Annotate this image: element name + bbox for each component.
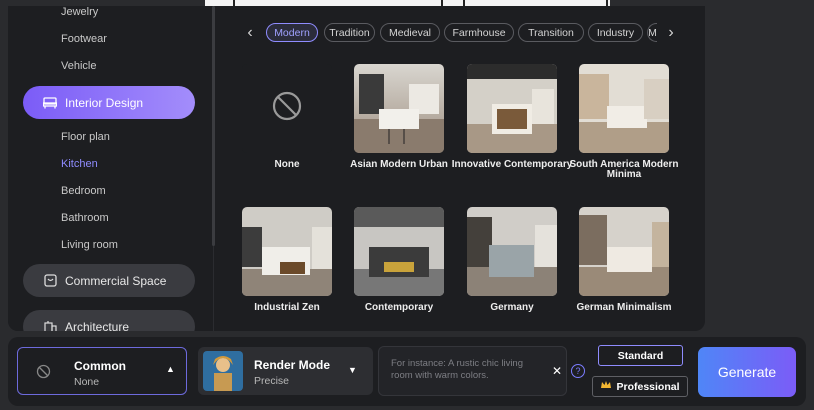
style-label: Asian Modern Urban (350, 159, 448, 170)
tab-farmhouse[interactable]: Farmhouse (444, 23, 514, 42)
sidebar-item-footwear[interactable]: Footwear (61, 33, 107, 45)
sidebar-category-interior-design[interactable]: Interior Design (23, 86, 195, 119)
style-label: South America Modern Minima (569, 159, 679, 180)
sidebar-category-label: Architecture (65, 319, 130, 332)
kitchen-thumbnail (242, 207, 332, 296)
tab-modern[interactable]: Modern (266, 23, 318, 42)
main-panel: Jewelry Footwear Vehicle Interior Design… (8, 6, 705, 331)
prompt-placeholder: For instance: A rustic chic living room … (391, 358, 523, 381)
sidebar-item-living-room[interactable]: Living room (61, 239, 118, 251)
standard-button[interactable]: Standard (598, 345, 683, 366)
chevron-right-icon[interactable]: › (663, 24, 679, 42)
professional-button[interactable]: Professional (592, 376, 688, 397)
tab-industry[interactable]: Industry (588, 23, 643, 42)
sidebar-category-commercial-space[interactable]: Commercial Space (23, 264, 195, 297)
kitchen-thumbnail (579, 64, 669, 153)
tab-medieval[interactable]: Medieval (380, 23, 440, 42)
render-value: Precise (254, 375, 290, 387)
style-card-south-america-modern-minima[interactable]: South America Modern Minima (569, 64, 679, 180)
common-value: None (74, 376, 100, 388)
common-style-selector[interactable]: Common None ▲ (17, 347, 187, 395)
sidebar-category-architecture[interactable]: Architecture (23, 310, 195, 331)
prompt-input[interactable]: For instance: A rustic chic living room … (378, 346, 567, 396)
style-card-none[interactable]: None (242, 64, 332, 170)
render-thumbnail (203, 351, 243, 391)
kitchen-thumbnail (467, 64, 557, 153)
render-mode-selector[interactable]: Render Mode Precise ▼ (198, 347, 373, 395)
style-tabs: ‹ Modern Tradition Medieval Farmhouse Tr… (214, 6, 705, 61)
sidebar-item-kitchen[interactable]: Kitchen (61, 158, 98, 170)
professional-label: Professional (616, 380, 680, 393)
kitchen-thumbnail (354, 207, 444, 296)
caret-up-icon: ▲ (166, 364, 175, 374)
style-label: Germany (490, 302, 534, 313)
sidebar-item-vehicle[interactable]: Vehicle (61, 60, 96, 72)
sidebar-item-floor-plan[interactable]: Floor plan (61, 131, 110, 143)
tab-tradition[interactable]: Tradition (324, 23, 375, 42)
style-label: German Minimalism (576, 302, 672, 313)
bottom-toolbar: Common None ▲ Render Mode Precise ▼ For … (8, 337, 806, 406)
style-label: Industrial Zen (254, 302, 320, 313)
sofa-icon (43, 96, 57, 110)
help-icon[interactable]: ? (571, 364, 585, 378)
kitchen-thumbnail (354, 64, 444, 153)
storefront-icon (43, 274, 57, 288)
sidebar-item-jewelry[interactable]: Jewelry (61, 6, 98, 18)
sidebar: Jewelry Footwear Vehicle Interior Design… (8, 6, 214, 331)
sidebar-category-label: Interior Design (65, 95, 144, 110)
kitchen-thumbnail (579, 207, 669, 296)
style-card-contemporary[interactable]: Contemporary (354, 207, 444, 313)
common-title: Common (74, 359, 126, 373)
style-card-asian-modern-urban[interactable]: Asian Modern Urban (350, 64, 448, 170)
style-card-germany[interactable]: Germany (467, 207, 557, 313)
style-card-innovative-contemporary[interactable]: Innovative Contemporary (452, 64, 572, 170)
caret-down-icon: ▼ (348, 365, 357, 375)
building-icon (43, 320, 57, 331)
render-title: Render Mode (254, 358, 331, 372)
style-label: None (274, 159, 300, 170)
style-card-industrial-zen[interactable]: Industrial Zen (242, 207, 332, 313)
none-thumbnail (242, 64, 332, 153)
chevron-left-icon[interactable]: ‹ (242, 24, 258, 42)
tab-next-partial[interactable]: M (647, 23, 657, 42)
clear-icon[interactable]: ✕ (552, 364, 562, 378)
style-card-german-minimalism[interactable]: German Minimalism (576, 207, 672, 313)
sidebar-item-bathroom[interactable]: Bathroom (61, 212, 109, 224)
tab-transition[interactable]: Transition (518, 23, 584, 42)
crown-icon (600, 380, 612, 393)
style-label: Contemporary (364, 302, 434, 313)
sidebar-category-label: Commercial Space (65, 273, 167, 288)
prohibited-icon (272, 91, 302, 126)
style-label: Innovative Contemporary (451, 159, 573, 170)
generate-button[interactable]: Generate (698, 347, 796, 397)
sidebar-item-bedroom[interactable]: Bedroom (61, 185, 106, 197)
prohibited-icon (36, 364, 51, 384)
kitchen-thumbnail (467, 207, 557, 296)
